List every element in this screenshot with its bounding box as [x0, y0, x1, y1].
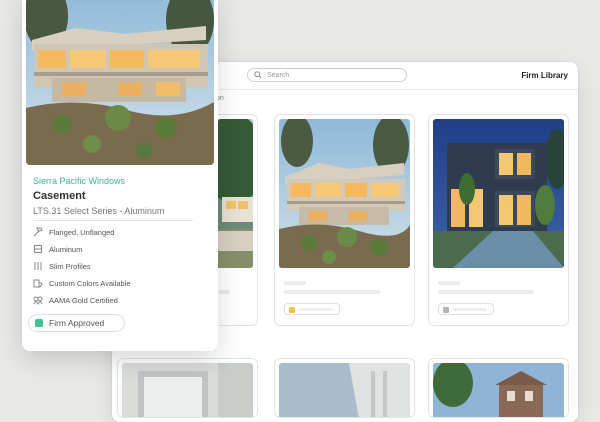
detail-divider: [33, 220, 193, 221]
firm-library-title: Firm Library: [521, 71, 568, 80]
chip-placeholder: [453, 308, 487, 311]
approved-status-indicator: [35, 319, 43, 327]
approved-label: Firm Approved: [49, 318, 105, 328]
status-dot: [289, 306, 295, 313]
feature-item: AAMA Gold Certified: [33, 295, 118, 305]
manufacturer-name[interactable]: Sierra Pacific Windows: [33, 176, 125, 186]
product-card[interactable]: [274, 114, 415, 326]
palette-icon: [33, 279, 43, 288]
certification-icon: [33, 296, 43, 305]
product-image: [279, 119, 410, 268]
product-detail-card[interactable]: Sierra Pacific Windows Casement LTS.31 S…: [22, 0, 218, 351]
product-card[interactable]: [274, 358, 415, 418]
chip-placeholder: [299, 308, 333, 311]
feature-label: Aluminum: [49, 244, 83, 254]
product-card[interactable]: [428, 114, 569, 326]
feature-label: Custom Colors Available: [49, 278, 131, 288]
product-image: [433, 119, 564, 268]
search-icon: [254, 71, 262, 79]
status-chip: [438, 303, 494, 315]
feature-label: Flanged, Unflanged: [49, 227, 115, 237]
product-hero-image: [26, 0, 214, 165]
status-dot: [443, 306, 449, 313]
placeholder-line: [438, 290, 534, 294]
placeholder-line: [284, 281, 306, 285]
product-image: [122, 363, 253, 417]
status-chip: [284, 303, 340, 315]
material-icon: [34, 245, 42, 253]
search-input[interactable]: Search: [247, 68, 407, 82]
profile-lines-icon: [34, 262, 42, 270]
product-series: LTS.31 Select Series - Aluminum: [33, 206, 165, 216]
hammer-icon: [33, 227, 43, 237]
product-image: [433, 363, 564, 417]
feature-label: AAMA Gold Certified: [49, 295, 118, 305]
feature-item: Flanged, Unflanged: [33, 227, 114, 237]
search-placeholder: Search: [267, 71, 290, 79]
product-card[interactable]: [117, 358, 258, 418]
feature-item: Slim Profiles: [33, 261, 91, 271]
feature-item: Custom Colors Available: [33, 278, 131, 288]
placeholder-line: [284, 290, 380, 294]
product-name: Casement: [33, 190, 86, 202]
feature-item: Aluminum: [33, 244, 82, 254]
product-card[interactable]: [428, 358, 569, 418]
placeholder-line: [438, 281, 460, 285]
feature-label: Slim Profiles: [49, 261, 91, 271]
product-image: [279, 363, 410, 417]
firm-approved-badge[interactable]: Firm Approved: [28, 314, 125, 332]
placeholder-line: [218, 290, 230, 294]
